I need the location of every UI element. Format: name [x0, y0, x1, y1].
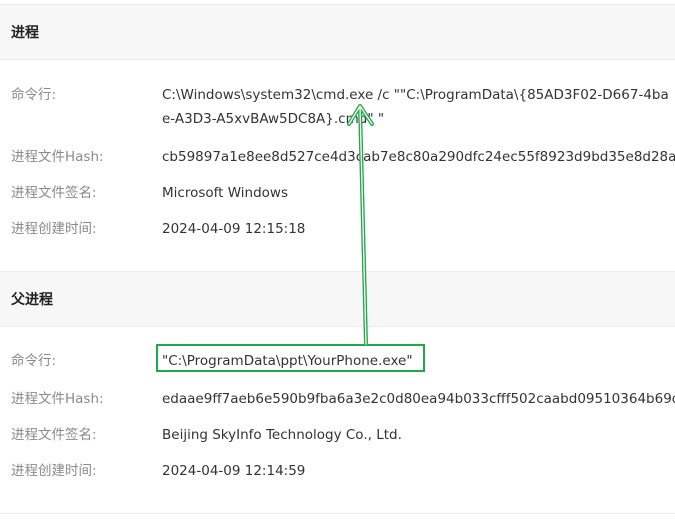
process-detail-page: 进程 命令行: C:\Windows\system32\cmd.exe /c "…: [0, 0, 675, 522]
annotation-arrow: [347, 104, 374, 346]
annotation-arrow-inner: [348, 105, 373, 345]
